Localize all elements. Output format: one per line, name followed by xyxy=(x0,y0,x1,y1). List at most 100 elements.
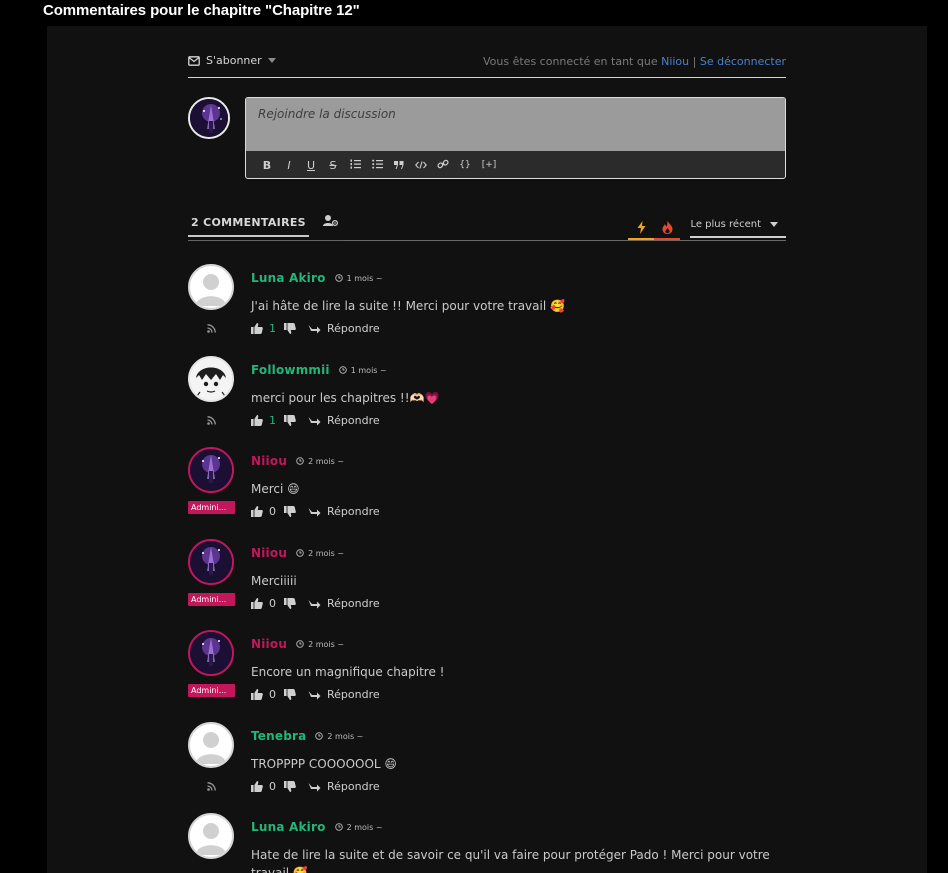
upvote-button[interactable] xyxy=(251,781,263,792)
author-name[interactable]: Luna Akiro xyxy=(251,820,326,834)
comment-text: Merciiiii xyxy=(251,574,297,588)
underline-button[interactable]: U xyxy=(300,159,322,172)
downvote-button[interactable] xyxy=(284,506,296,517)
comment-time[interactable]: 1 mois ~ xyxy=(334,274,383,283)
thumbs-up-icon xyxy=(251,781,263,792)
author-name[interactable]: Niiou xyxy=(251,546,287,560)
thumbs-up-icon xyxy=(251,598,263,609)
strikethrough-button[interactable]: S xyxy=(322,159,344,172)
downvote-button[interactable] xyxy=(284,415,296,426)
reply-button[interactable]: Répondre xyxy=(308,688,380,701)
thumbs-up-icon xyxy=(251,415,263,426)
clock-icon xyxy=(334,274,343,282)
reply-button[interactable]: Répondre xyxy=(308,414,380,427)
subscribe-label: S'abonner xyxy=(206,54,262,67)
author-name[interactable]: Niiou xyxy=(251,454,287,468)
comment-header: Niiou 2 mois ~ xyxy=(251,637,344,651)
reply-arrow-icon xyxy=(308,324,321,333)
flame-icon xyxy=(662,220,673,234)
avatar xyxy=(188,447,234,493)
comment-text: Hate de lire la suite et de savoir ce qu… xyxy=(251,848,770,873)
upvote-button[interactable] xyxy=(251,323,263,334)
thumbs-down-icon xyxy=(284,689,296,700)
ordered-list-button[interactable] xyxy=(344,159,366,172)
comment-header: Tenebra 2 mois ~ xyxy=(251,729,363,743)
sort-trending-button[interactable] xyxy=(628,216,655,240)
downvote-button[interactable] xyxy=(284,323,296,334)
like-count: 1 xyxy=(269,322,276,335)
comment-input[interactable]: Rejoindre la discussion xyxy=(246,98,785,151)
code-icon xyxy=(415,160,427,169)
downvote-button[interactable] xyxy=(284,781,296,792)
comment-text: Merci 😄 xyxy=(251,482,300,496)
caret-down-icon xyxy=(267,58,276,63)
like-count: 0 xyxy=(269,780,276,793)
comment-time[interactable]: 2 mois ~ xyxy=(334,823,383,832)
comment-time[interactable]: 2 mois ~ xyxy=(296,457,344,466)
downvote-button[interactable] xyxy=(284,598,296,609)
reply-label: Répondre xyxy=(327,505,380,518)
comment-actions: 1 Répondre xyxy=(251,414,380,427)
rss-icon[interactable] xyxy=(207,867,216,873)
time-label: 2 mois xyxy=(308,639,335,649)
logout-link[interactable]: Se déconnecter xyxy=(700,55,786,68)
thumbs-down-icon xyxy=(284,598,296,609)
rss-icon[interactable] xyxy=(207,410,216,429)
thumbs-up-icon xyxy=(251,323,263,334)
unordered-list-button[interactable] xyxy=(366,159,388,172)
reply-arrow-icon xyxy=(308,599,321,608)
reply-button[interactable]: Répondre xyxy=(308,780,380,793)
user-link[interactable]: Niiou xyxy=(661,55,689,68)
bold-button[interactable]: B xyxy=(256,159,278,172)
thumbs-down-icon xyxy=(284,781,296,792)
spoiler-button[interactable]: [+] xyxy=(476,160,502,170)
comment-time[interactable]: 2 mois ~ xyxy=(296,640,344,649)
user-settings-icon[interactable] xyxy=(323,213,339,232)
subscribe-button[interactable]: S'abonner xyxy=(188,54,276,67)
blockquote-button[interactable] xyxy=(388,159,410,172)
source-code-button[interactable]: {} xyxy=(454,160,476,170)
avatar-art xyxy=(190,99,228,137)
comment-editor[interactable]: Rejoindre la discussion B I U S {} [+] xyxy=(245,97,786,179)
reply-label: Répondre xyxy=(327,322,380,335)
upvote-button[interactable] xyxy=(251,506,263,517)
caret-down-icon xyxy=(770,221,778,227)
link-button[interactable] xyxy=(432,158,454,173)
avatar xyxy=(188,264,234,310)
page-title: Commentaires pour le chapitre "Chapitre … xyxy=(43,2,360,19)
downvote-button[interactable] xyxy=(284,689,296,700)
rss-icon[interactable] xyxy=(207,776,216,795)
reply-arrow-icon xyxy=(308,416,321,425)
upvote-button[interactable] xyxy=(251,598,263,609)
italic-button[interactable]: I xyxy=(278,159,300,172)
rss-icon[interactable] xyxy=(207,318,216,337)
comment-time[interactable]: 2 mois ~ xyxy=(296,549,344,558)
upvote-button[interactable] xyxy=(251,415,263,426)
reply-button[interactable]: Répondre xyxy=(308,597,380,610)
clock-icon xyxy=(296,549,304,557)
envelope-icon xyxy=(188,55,200,66)
author-name[interactable]: Niiou xyxy=(251,637,287,651)
comment-count-tab[interactable]: 2 COMMENTAIRES xyxy=(188,216,309,237)
sort-controls: Le plus récent xyxy=(628,216,786,240)
reply-button[interactable]: Répondre xyxy=(308,505,380,518)
author-name[interactable]: Tenebra xyxy=(251,729,306,743)
reply-arrow-icon xyxy=(308,690,321,699)
reply-label: Répondre xyxy=(327,780,380,793)
comment-time[interactable]: 1 mois ~ xyxy=(339,366,387,375)
comment-actions: 0 Répondre xyxy=(251,688,380,701)
author-name[interactable]: Luna Akiro xyxy=(251,271,326,285)
comment-header: Luna Akiro 2 mois ~ xyxy=(251,820,383,834)
comment-time[interactable]: 2 mois ~ xyxy=(315,732,363,741)
reply-button[interactable]: Répondre xyxy=(308,322,380,335)
clock-icon xyxy=(296,640,304,648)
author-name[interactable]: Followmmii xyxy=(251,363,330,377)
upvote-button[interactable] xyxy=(251,689,263,700)
sort-popular-button[interactable] xyxy=(654,216,681,240)
code-button[interactable] xyxy=(410,159,432,172)
sort-dropdown[interactable]: Le plus récent xyxy=(690,219,786,238)
role-badge: Admini... xyxy=(188,684,235,697)
lightning-icon xyxy=(637,220,646,234)
reply-arrow-icon xyxy=(308,782,321,791)
ordered-list-icon xyxy=(350,159,361,169)
